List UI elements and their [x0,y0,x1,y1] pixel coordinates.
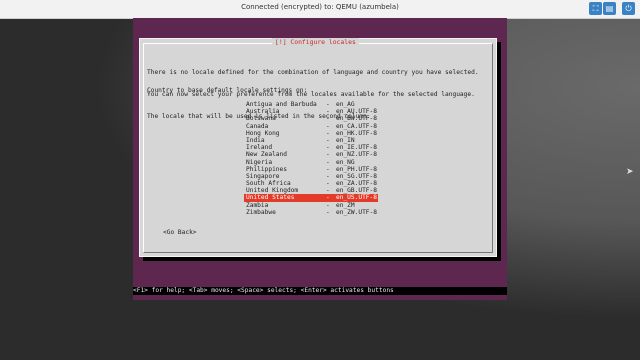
locale-option[interactable]: Botswana - en_BW.UTF-8 [244,115,378,122]
locale-option[interactable]: South Africa - en_ZA.UTF-8 [244,180,378,187]
locale-code: en_IE.UTF-8 [336,144,377,152]
locale-country: Singapore [246,172,280,180]
locale-option[interactable]: United Kingdom - en_GB.UTF-8 [244,187,378,194]
separator: - [326,122,330,130]
intro-line: There is no locale defined for the combi… [147,69,479,77]
separator: - [326,201,330,209]
locale-code: en_NZ.UTF-8 [336,151,377,159]
connection-status: Connected (encrypted) to: QEMU (azumbela… [241,3,399,11]
separator: - [326,151,330,159]
locale-option[interactable]: Antigua and Barbuda - en_AG [244,101,378,108]
separator: - [326,136,330,144]
locale-option[interactable]: Singapore - en_SG.UTF-8 [244,173,378,180]
locale-code: en_NG [336,158,355,166]
help-bar: <F1> for help; <Tab> moves; <Space> sele… [133,287,507,295]
locale-country: India [246,136,265,144]
configure-locales-dialog: [!] Configure locales There is no locale… [139,38,497,257]
locale-country: Nigeria [246,158,273,166]
locale-option[interactable]: Australia - en_AU.UTF-8 [244,108,378,115]
fullscreen-icon[interactable]: ⛶ [589,2,602,15]
locale-code: en_SG.UTF-8 [336,172,377,180]
locale-country: United Kingdom [246,187,299,195]
separator: - [326,129,330,137]
locale-option[interactable]: United States - en_US.UTF-8 [244,194,378,202]
separator: - [326,172,330,180]
locale-option[interactable]: Ireland - en_IE.UTF-8 [244,144,378,151]
go-back-button[interactable]: <Go Back> [163,229,197,236]
locale-prompt: Country to base default locale settings … [147,87,308,94]
separator: - [326,208,330,216]
locale-code: en_ZW.UTF-8 [336,208,377,216]
locale-country: Zambia [246,201,269,209]
mouse-pointer-icon: ➤ [626,167,634,177]
locale-code: en_AU.UTF-8 [336,108,377,116]
locale-country: United States [246,194,295,202]
separator: - [326,194,330,202]
locale-code: en_BW.UTF-8 [336,115,377,123]
locale-code: en_US.UTF-8 [336,194,377,202]
locale-country: Philippines [246,165,287,173]
locale-country: New Zealand [246,151,287,159]
locale-country: Antigua and Barbuda [246,101,317,108]
locale-code: en_HK.UTF-8 [336,129,377,137]
power-icon[interactable]: ⏻ [622,2,635,15]
locale-option[interactable]: Philippines - en_PH.UTF-8 [244,166,378,173]
locale-country: Australia [246,108,280,116]
separator: - [326,101,330,108]
clipboard-icon[interactable]: ▤ [603,2,616,15]
locale-code: en_ZM [336,201,355,209]
locale-code: en_IN [336,136,355,144]
separator: - [326,187,330,195]
locale-country: South Africa [246,180,291,188]
locale-option[interactable]: Zambia - en_ZM [244,202,378,209]
locale-country: Botswana [246,115,276,123]
locale-country: Canada [246,122,269,130]
separator: - [326,115,330,123]
separator: - [326,165,330,173]
locale-list[interactable]: Antigua and Barbuda - en_AG Australia - en_AU… [244,101,378,216]
locale-code: en_PH.UTF-8 [336,165,377,173]
locale-option[interactable]: Hong Kong - en_HK.UTF-8 [244,130,378,137]
locale-option[interactable]: India - en_IN [244,137,378,144]
locale-option[interactable]: New Zealand - en_NZ.UTF-8 [244,151,378,158]
locale-option[interactable]: Zimbabwe - en_ZW.UTF-8 [244,209,378,216]
locale-option[interactable]: Nigeria - en_NG [244,159,378,166]
separator: - [326,158,330,166]
locale-country: Hong Kong [246,129,280,137]
locale-code: en_GB.UTF-8 [336,187,377,195]
separator: - [326,180,330,188]
separator: - [326,108,330,116]
vnc-toolbar: Connected (encrypted) to: QEMU (azumbela… [0,0,640,19]
locale-code: en_ZA.UTF-8 [336,180,377,188]
locale-option[interactable]: Canada - en_CA.UTF-8 [244,123,378,130]
separator: - [326,144,330,152]
locale-country: Ireland [246,144,273,152]
locale-code: en_AG [336,101,355,108]
dialog-title: [!] Configure locales [272,38,359,46]
locale-country: Zimbabwe [246,208,276,216]
locale-code: en_CA.UTF-8 [336,122,377,130]
